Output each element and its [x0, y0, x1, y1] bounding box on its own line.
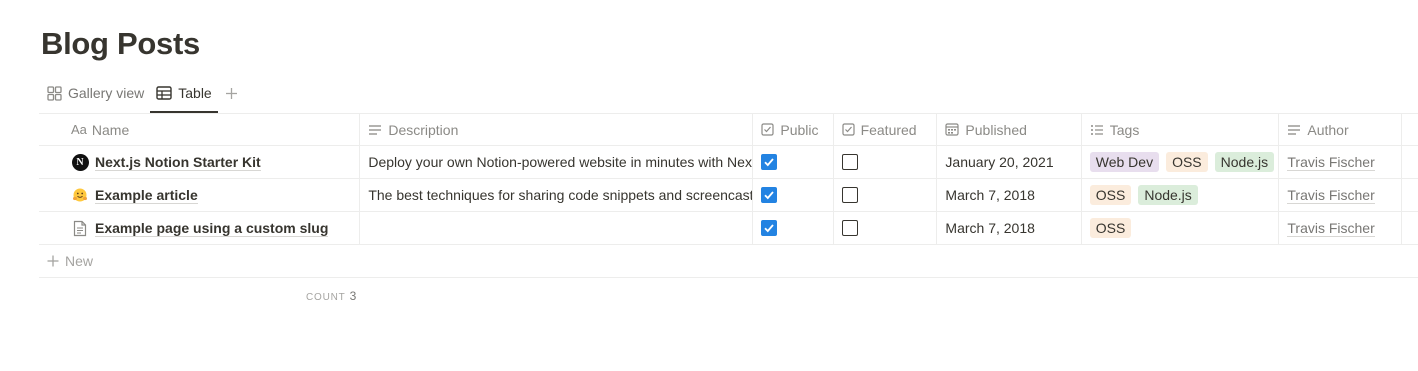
public-checkbox[interactable] — [761, 154, 778, 170]
hugging-face-emoji-icon — [71, 186, 89, 204]
published-date: March 7, 2018 — [945, 187, 1035, 203]
column-label: Description — [388, 121, 459, 138]
count-label: COUNT — [306, 292, 346, 303]
tag: OSS — [1089, 218, 1132, 238]
lines-icon — [1288, 124, 1301, 135]
column-header-published[interactable]: Published — [937, 114, 1082, 145]
page-title: Blog Posts — [41, 26, 200, 61]
public-checkbox[interactable] — [761, 220, 778, 236]
plus-icon — [47, 255, 59, 267]
tags-cell[interactable]: OSS Node.js — [1082, 179, 1280, 211]
public-checkbox[interactable] — [761, 187, 778, 203]
description-cell[interactable]: Deploy your own Notion-powered website i… — [360, 146, 754, 178]
check-icon — [764, 191, 775, 200]
description-text: Deploy your own Notion-powered website i… — [368, 154, 754, 170]
view-tabs: Gallery view Table — [41, 80, 244, 114]
overflow-cell — [1402, 146, 1418, 178]
tag: Node.js — [1138, 185, 1198, 205]
page-name[interactable]: Example page using a custom slug — [95, 220, 329, 237]
checkbox-icon — [761, 123, 774, 136]
column-header-author[interactable]: Author — [1279, 114, 1402, 145]
author-name[interactable]: Travis Fischer — [1287, 220, 1375, 237]
tags-cell[interactable]: Web Dev OSS Node.js — [1082, 146, 1280, 178]
column-header-name[interactable]: Aa Name — [39, 114, 361, 145]
table-row[interactable]: N Next.js Notion Starter Kit Deploy your… — [39, 146, 1418, 179]
tab-table[interactable]: Table — [150, 80, 219, 113]
column-label: Public — [780, 121, 819, 138]
check-icon — [764, 224, 775, 233]
featured-checkbox[interactable] — [841, 187, 858, 203]
name-cell[interactable]: Example article — [39, 179, 361, 211]
row-count: COUNT 3 — [306, 289, 356, 303]
column-label: Name — [91, 121, 130, 138]
page-name[interactable]: Next.js Notion Starter Kit — [95, 154, 261, 171]
published-date: January 20, 2021 — [945, 154, 1054, 170]
column-header-overflow — [1402, 114, 1418, 145]
column-header-description[interactable]: Description — [360, 114, 754, 145]
published-cell[interactable]: March 7, 2018 — [937, 179, 1082, 211]
column-label: Author — [1307, 121, 1349, 138]
published-cell[interactable]: March 7, 2018 — [937, 212, 1082, 244]
featured-cell[interactable] — [834, 212, 938, 244]
checkbox-icon — [841, 123, 855, 136]
description-text: The best techniques for sharing code sni… — [368, 187, 754, 203]
add-new-row-button[interactable]: New — [39, 245, 1418, 278]
featured-cell[interactable] — [834, 179, 938, 211]
add-view-button[interactable] — [220, 80, 244, 106]
tag: OSS — [1089, 185, 1132, 205]
author-name[interactable]: Travis Fischer — [1287, 154, 1375, 171]
author-cell[interactable]: Travis Fischer — [1279, 212, 1402, 244]
column-header-public[interactable]: Public — [753, 114, 834, 145]
tags-cell[interactable]: OSS — [1082, 212, 1280, 244]
column-header-tags[interactable]: Tags — [1082, 114, 1280, 145]
gallery-icon — [47, 85, 62, 101]
tab-label: Gallery view — [68, 85, 145, 101]
name-cell[interactable]: Example page using a custom slug — [39, 212, 361, 244]
overflow-cell — [1402, 212, 1418, 244]
featured-checkbox[interactable] — [841, 154, 858, 170]
column-label: Tags — [1109, 121, 1140, 138]
text-aa-icon: Aa — [71, 122, 87, 137]
list-icon — [1090, 124, 1103, 135]
tab-label: Table — [178, 85, 212, 101]
tag: Node.js — [1214, 152, 1275, 172]
table-header: Aa Name Description Public Featured Publ… — [39, 113, 1418, 146]
public-cell[interactable] — [753, 146, 834, 178]
column-label: Featured — [860, 121, 917, 138]
table-icon — [156, 86, 172, 100]
public-cell[interactable] — [753, 212, 834, 244]
author-name[interactable]: Travis Fischer — [1287, 187, 1375, 204]
featured-cell[interactable] — [834, 146, 938, 178]
check-icon — [764, 158, 775, 167]
tab-gallery-view[interactable]: Gallery view — [41, 80, 150, 106]
lines-icon — [369, 124, 382, 135]
featured-checkbox[interactable] — [841, 220, 858, 236]
published-cell[interactable]: January 20, 2021 — [937, 146, 1082, 178]
published-date: March 7, 2018 — [945, 220, 1035, 236]
tag: OSS — [1166, 152, 1208, 172]
public-cell[interactable] — [753, 179, 834, 211]
new-label: New — [65, 253, 94, 269]
description-cell[interactable]: The best techniques for sharing code sni… — [360, 179, 754, 211]
table-row[interactable]: Example page using a custom slug March 7… — [39, 212, 1418, 245]
author-cell[interactable]: Travis Fischer — [1279, 179, 1402, 211]
page-name[interactable]: Example article — [95, 187, 198, 204]
author-cell[interactable]: Travis Fischer — [1279, 146, 1402, 178]
blog-posts-table: Aa Name Description Public Featured Publ… — [39, 113, 1418, 278]
column-header-featured[interactable]: Featured — [834, 114, 938, 145]
description-cell[interactable] — [360, 212, 754, 244]
overflow-cell — [1402, 179, 1418, 211]
page-icon — [71, 219, 89, 237]
notion-logo-icon: N — [71, 153, 89, 171]
plus-icon — [226, 87, 238, 99]
tag: Web Dev — [1089, 152, 1160, 172]
calendar-icon — [945, 123, 960, 136]
count-value: 3 — [349, 289, 357, 303]
name-cell[interactable]: N Next.js Notion Starter Kit — [39, 146, 361, 178]
column-label: Published — [965, 121, 1027, 138]
table-row[interactable]: Example article The best techniques for … — [39, 179, 1418, 212]
